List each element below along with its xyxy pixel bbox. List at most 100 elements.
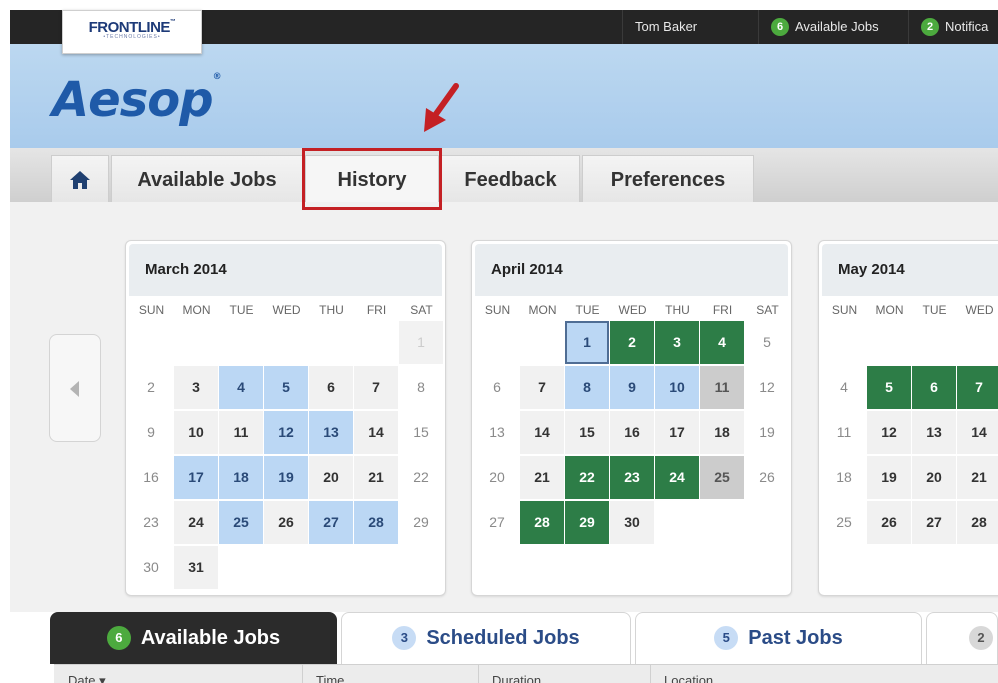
calendar-day[interactable]: 13 [912,411,956,454]
calendar-day[interactable]: 26 [264,501,308,544]
tab-available-jobs[interactable]: Available Jobs [111,155,303,202]
tab-feedback[interactable]: Feedback [441,155,580,202]
available-jobs-link[interactable]: 6 Available Jobs [758,10,908,44]
calendar-day[interactable]: 23 [610,456,654,499]
calendar-day[interactable]: 6 [912,366,956,409]
calendar-day[interactable]: 11 [219,411,263,454]
column-duration[interactable]: Duration [492,673,541,683]
calendar-day[interactable]: 8 [565,366,609,409]
calendar-day[interactable]: 29 [399,501,443,544]
calendar-day[interactable]: 5 [745,321,789,364]
previous-month-button[interactable] [49,334,101,442]
calendar-day[interactable]: 2 [129,366,173,409]
home-tab[interactable] [51,155,109,202]
calendar-day[interactable]: 25 [822,501,866,544]
calendar-day[interactable]: 28 [354,501,398,544]
calendar-day[interactable]: 28 [520,501,564,544]
calendar-day[interactable]: 7 [957,366,998,409]
tab-available-jobs-list[interactable]: 6 Available Jobs [50,612,337,664]
calendar-day[interactable]: 16 [129,456,173,499]
column-divider [650,665,651,683]
calendar-day[interactable]: 17 [655,411,699,454]
calendar-day[interactable]: 3 [655,321,699,364]
calendar-day[interactable]: 23 [129,501,173,544]
calendar-day[interactable]: 20 [912,456,956,499]
calendar-day[interactable]: 25 [219,501,263,544]
calendar-day[interactable]: 20 [475,456,519,499]
calendar-day[interactable]: 4 [219,366,263,409]
calendar-day[interactable]: 6 [309,366,353,409]
calendar-day[interactable]: 15 [565,411,609,454]
calendar-day[interactable]: 22 [399,456,443,499]
aesop-logo[interactable]: Aesop® [52,72,222,128]
calendar-day[interactable]: 27 [475,501,519,544]
calendar-day[interactable]: 5 [264,366,308,409]
calendar-day[interactable]: 24 [655,456,699,499]
calendar-day[interactable]: 21 [520,456,564,499]
calendar-day[interactable]: 19 [264,456,308,499]
calendar-day[interactable]: 28 [957,501,998,544]
calendar-day[interactable]: 12 [867,411,911,454]
calendar-day[interactable]: 11 [700,366,744,409]
calendar-day[interactable]: 14 [957,411,998,454]
calendar-day[interactable]: 8 [399,366,443,409]
calendar-day[interactable]: 12 [264,411,308,454]
available-jobs-count-badge: 6 [771,17,789,36]
column-time[interactable]: Time [316,673,344,683]
weekday-label: FRI [366,303,387,317]
calendar-day[interactable]: 26 [745,456,789,499]
calendar-day[interactable]: 2 [610,321,654,364]
calendar-day[interactable]: 4 [822,366,866,409]
tab-past-jobs[interactable]: 5 Past Jobs [635,612,922,664]
calendar-day[interactable]: 13 [475,411,519,454]
calendar-day[interactable]: 13 [309,411,353,454]
calendar-day[interactable]: 31 [174,546,218,589]
calendar-day[interactable]: 9 [129,411,173,454]
notifications-link[interactable]: 2 Notifica [908,10,998,44]
calendar-day[interactable]: 19 [745,411,789,454]
user-name[interactable]: Tom Baker [622,10,758,44]
calendar-day[interactable]: 29 [565,501,609,544]
calendar-day[interactable]: 10 [655,366,699,409]
calendar-day[interactable]: 7 [520,366,564,409]
calendar-day[interactable]: 1 [565,321,609,364]
calendar-day[interactable]: 11 [822,411,866,454]
calendar-day[interactable]: 16 [610,411,654,454]
calendar-day[interactable]: 27 [912,501,956,544]
tab-more-jobs[interactable]: 2 [926,612,998,664]
calendar-day[interactable]: 10 [174,411,218,454]
tab-preferences[interactable]: Preferences [582,155,754,202]
calendar-day[interactable]: 9 [610,366,654,409]
calendar-day[interactable]: 24 [174,501,218,544]
calendar-day[interactable]: 25 [700,456,744,499]
calendar-day[interactable]: 15 [399,411,443,454]
calendar-day[interactable]: 18 [700,411,744,454]
calendar-day[interactable]: 14 [520,411,564,454]
tab-scheduled-jobs[interactable]: 3 Scheduled Jobs [341,612,631,664]
home-icon [70,171,90,189]
calendar-day[interactable]: 5 [867,366,911,409]
weekday-label: TUE [229,303,254,317]
calendar-day[interactable]: 1 [399,321,443,364]
calendar-day[interactable]: 7 [354,366,398,409]
calendar-day[interactable]: 26 [867,501,911,544]
calendar-day[interactable]: 18 [219,456,263,499]
calendar-day[interactable]: 21 [957,456,998,499]
calendar-day[interactable]: 4 [700,321,744,364]
calendar-day[interactable]: 19 [867,456,911,499]
column-location[interactable]: Location [664,673,713,683]
calendar-day[interactable]: 18 [822,456,866,499]
calendar-day[interactable]: 3 [174,366,218,409]
frontline-logo[interactable]: FRONTLINE™ •TECHNOLOGIES• [62,10,202,54]
calendar-day[interactable]: 14 [354,411,398,454]
calendar-day[interactable]: 20 [309,456,353,499]
calendar-day[interactable]: 12 [745,366,789,409]
column-date[interactable]: Date ▾ [68,673,106,683]
calendar-day[interactable]: 30 [610,501,654,544]
calendar-day[interactable]: 21 [354,456,398,499]
calendar-day[interactable]: 22 [565,456,609,499]
calendar-day[interactable]: 27 [309,501,353,544]
calendar-day[interactable]: 17 [174,456,218,499]
calendar-day[interactable]: 6 [475,366,519,409]
calendar-day[interactable]: 30 [129,546,173,589]
